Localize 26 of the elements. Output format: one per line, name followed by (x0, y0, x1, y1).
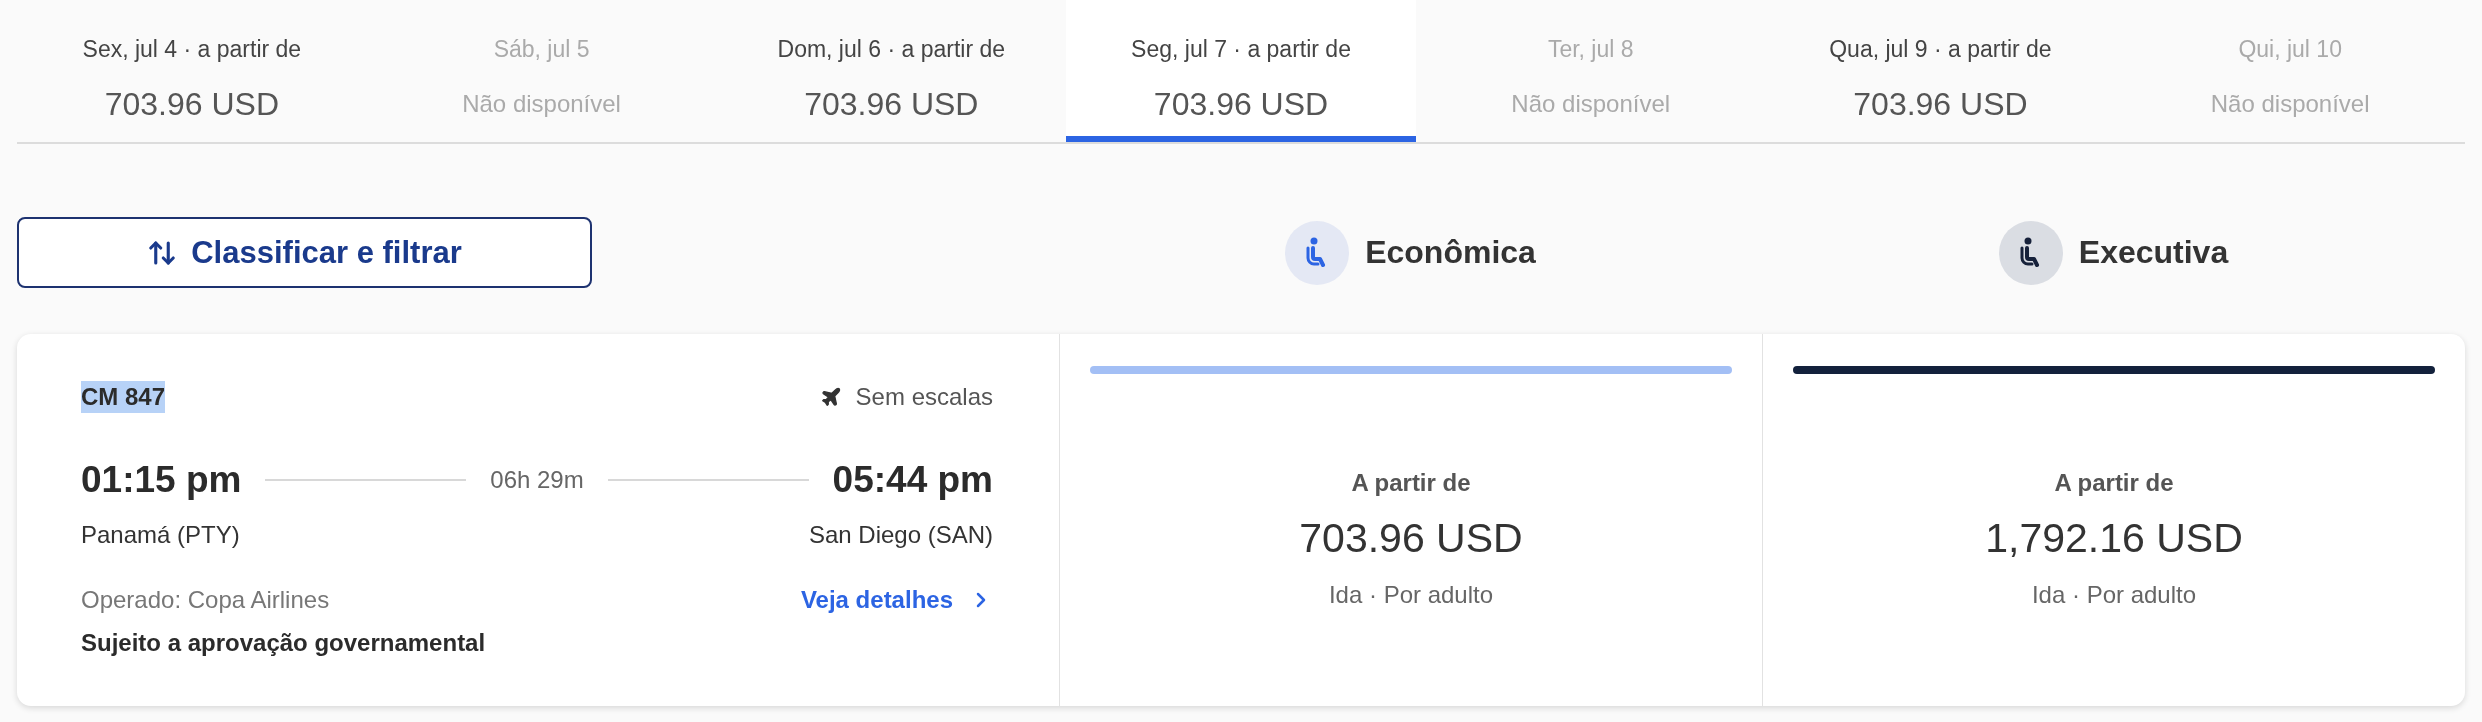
date-tab[interactable]: Sex, jul 4 · a partir de 703.96 USD (17, 0, 367, 142)
seat-icon (1285, 220, 1350, 285)
arrival-airport: San Diego (SAN) (808, 520, 993, 550)
stops-label: Sem escalas (855, 382, 993, 412)
fare-note: Ida · Por adulto (2031, 580, 2197, 610)
fare-price: 1,792.16 USD (1985, 514, 2243, 563)
plane-icon (819, 386, 842, 408)
departure-time: 01:15 pm (81, 458, 242, 502)
date-tab[interactable]: Dom, jul 6 · a partir de 703.96 USD (716, 0, 1067, 142)
sort-filter-button[interactable]: Classificar e filtrar (17, 217, 592, 288)
date-tab[interactable]: Seg, jul 7 · a partir de 703.96 USD (1066, 0, 1416, 142)
departure-airport: Panamá (PTY) (81, 520, 240, 550)
cabin-name: Executiva (2078, 234, 2229, 271)
operator-label: Operado: Copa Airlines (81, 585, 330, 615)
seat-icon (1998, 220, 2063, 285)
fare-price: 703.96 USD (1299, 514, 1523, 563)
arrival-time: 05:44 pm (832, 458, 993, 502)
date-tab[interactable]: Qua, jul 9 · a partir de 703.96 USD (1765, 0, 2116, 142)
duration-label: 06h 29m (490, 465, 584, 495)
flight-number: CM 847 (81, 381, 166, 413)
fare-caption: A partir de (1351, 468, 1471, 498)
details-link[interactable]: Veja detalhes (800, 584, 993, 616)
cabin-name: Econômica (1365, 234, 1536, 271)
fare-caption: A partir de (2054, 468, 2174, 498)
approval-notice: Sujeito a aprovação governamental (81, 628, 486, 658)
fare-note: Ida · Por adulto (1328, 580, 1494, 610)
